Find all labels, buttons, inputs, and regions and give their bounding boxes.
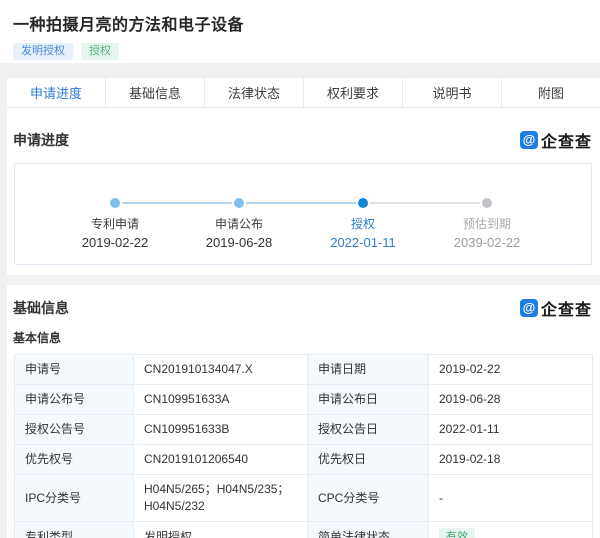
tab-bar: 申请进度基础信息法律状态权利要求说明书附图 — [7, 77, 600, 108]
field-label: IPC分类号 — [15, 475, 134, 522]
milestone-name: 授权 — [301, 215, 425, 232]
progress-section-title: 申请进度 — [13, 131, 69, 150]
timeline-panel: 专利申请 2019-02-22申请公布 2019-06-28授权 2022-01-11… — [14, 163, 592, 265]
legal-status-badge: 有效 — [439, 528, 475, 538]
tab-4[interactable]: 权利要求 — [304, 78, 403, 107]
table-row: IPC分类号H04N5/265；H04N5/235；H04N5/232CPC分类… — [15, 475, 593, 522]
page-header: 一种拍摄月亮的方法和电子设备 发明授权授权 — [0, 0, 600, 63]
patent-detail-page: 一种拍摄月亮的方法和电子设备 发明授权授权 申请进度基础信息法律状态权利要求说明… — [0, 0, 600, 538]
table-row: 申请公布号CN109951633A申请公布日2019-06-28 — [15, 385, 593, 415]
field-value: 发明授权 — [134, 522, 308, 538]
milestone-date: 2039-02-22 — [425, 235, 549, 250]
timeline-line — [246, 202, 301, 204]
field-label: 授权公告日 — [308, 415, 429, 445]
field-value: CN109951633A — [134, 385, 308, 415]
field-label: 申请公布号 — [15, 385, 134, 415]
table-row: 优先权号CN2019101206540优先权日2019-02-18 — [15, 445, 593, 475]
qichacha-wordmark: 企查查 — [541, 296, 592, 320]
timeline-line — [177, 202, 232, 204]
milestone-name: 申请公布 — [177, 215, 301, 232]
table-row: 申请号CN201910134047.X申请日期2019-02-22 — [15, 355, 593, 385]
field-label: 优先权日 — [308, 445, 429, 475]
timeline-line — [425, 202, 480, 204]
milestone-3: 授权 2022-01-11 — [301, 197, 425, 250]
qichacha-icon: @ — [520, 131, 538, 149]
basic-info-table: 申请号CN201910134047.X申请日期2019-02-22申请公布号CN… — [14, 354, 593, 538]
field-value: 2019-02-22 — [429, 355, 593, 385]
field-label: 申请日期 — [308, 355, 429, 385]
field-label: 简单法律状态 — [308, 522, 429, 538]
milestone-dot — [234, 198, 244, 208]
qichacha-wordmark: 企查查 — [541, 128, 592, 152]
field-label: 申请号 — [15, 355, 134, 385]
patent-title: 一种拍摄月亮的方法和电子设备 — [13, 11, 600, 35]
milestone-1: 专利申请 2019-02-22 — [53, 197, 177, 250]
status-tag-1: 发明授权 — [13, 43, 73, 60]
field-value: 2022-01-11 — [429, 415, 593, 445]
qichacha-logo[interactable]: @ 企查查 — [520, 296, 592, 320]
timeline-line — [301, 202, 356, 204]
field-value: 2019-06-28 — [429, 385, 593, 415]
field-value: H04N5/265；H04N5/235；H04N5/232 — [134, 475, 308, 522]
tab-2[interactable]: 基础信息 — [106, 78, 205, 107]
qichacha-logo[interactable]: @ 企查查 — [520, 128, 592, 152]
basic-info-tbody: 申请号CN201910134047.X申请日期2019-02-22申请公布号CN… — [15, 355, 593, 538]
qichacha-icon: @ — [520, 299, 538, 317]
field-label: 授权公告号 — [15, 415, 134, 445]
basic-info-block: 基础信息 @ 企查查 基本信息 申请号CN201910134047.X申请日期2… — [7, 285, 600, 538]
status-tag-2: 授权 — [81, 43, 119, 60]
field-label: 优先权号 — [15, 445, 134, 475]
tab-5[interactable]: 说明书 — [403, 78, 502, 107]
milestone-dot — [110, 198, 120, 208]
tab-6[interactable]: 附图 — [502, 78, 600, 107]
field-value: 有效 — [429, 522, 593, 538]
field-value: CN2019101206540 — [134, 445, 308, 475]
milestone-date: 2019-06-28 — [177, 235, 301, 250]
tab-1[interactable]: 申请进度 — [7, 78, 106, 107]
progress-section: 申请进度 @ 企查查 专利申请 2019-02-22申请公布 2019-06-28授… — [7, 108, 600, 265]
tab-3[interactable]: 法律状态 — [205, 78, 304, 107]
milestone-dot — [358, 198, 368, 208]
milestone-2: 申请公布 2019-06-28 — [177, 197, 301, 250]
field-value: - — [429, 475, 593, 522]
milestone-4: 预估到期 2039-02-22 — [425, 197, 549, 250]
field-value: CN201910134047.X — [134, 355, 308, 385]
basic-info-subtitle: 基本信息 — [13, 329, 600, 346]
field-value: CN109951633B — [134, 415, 308, 445]
milestone-date: 2019-02-22 — [53, 235, 177, 250]
milestone-name: 预估到期 — [425, 215, 549, 232]
field-label: 申请公布日 — [308, 385, 429, 415]
timeline-line — [370, 202, 425, 204]
tag-list: 发明授权授权 — [13, 43, 600, 60]
milestone-dot — [482, 198, 492, 208]
basic-info-section-title: 基础信息 — [13, 299, 69, 318]
timeline: 专利申请 2019-02-22申请公布 2019-06-28授权 2022-01-11… — [15, 164, 591, 250]
table-row: 授权公告号CN109951633B授权公告日2022-01-11 — [15, 415, 593, 445]
progress-block: 申请进度基础信息法律状态权利要求说明书附图 申请进度 @ 企查查 专利申请201… — [7, 77, 600, 275]
timeline-line — [122, 202, 177, 204]
field-value: 2019-02-18 — [429, 445, 593, 475]
field-label: CPC分类号 — [308, 475, 429, 522]
milestone-name: 专利申请 — [53, 215, 177, 232]
field-label: 专利类型 — [15, 522, 134, 538]
milestone-date: 2022-01-11 — [301, 235, 425, 250]
table-row: 专利类型发明授权简单法律状态有效 — [15, 522, 593, 538]
